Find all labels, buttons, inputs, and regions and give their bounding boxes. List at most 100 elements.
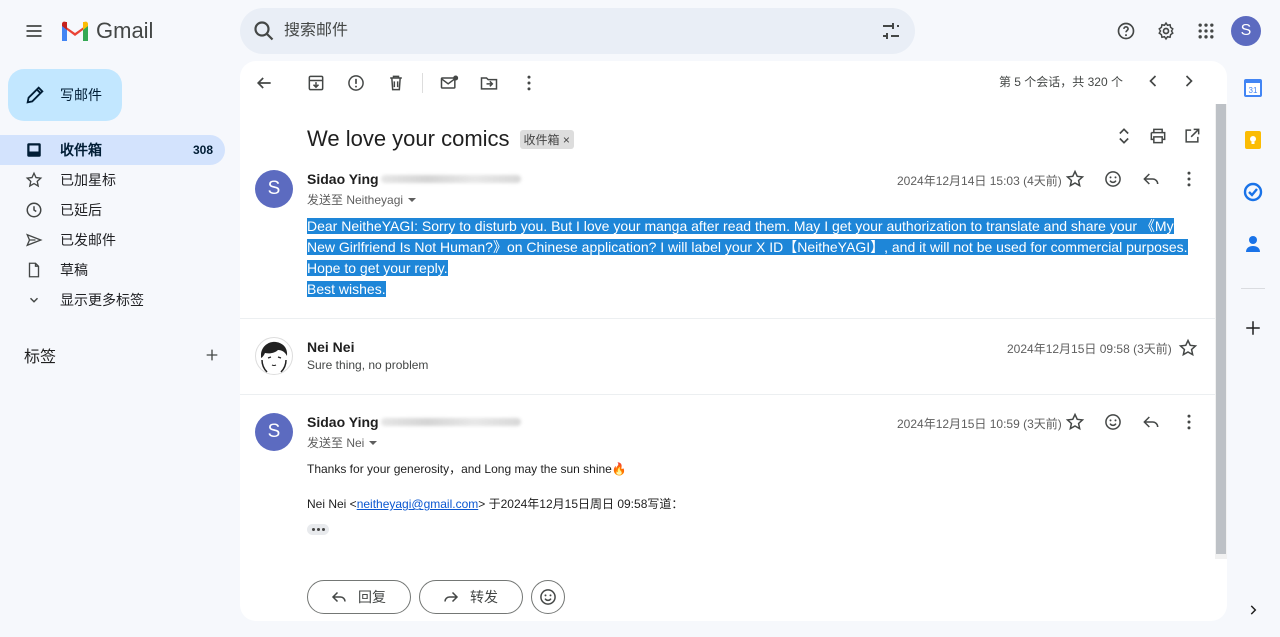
body-line: Best wishes. <box>307 281 386 297</box>
quote-email-link[interactable]: neitheyagi@gmail.com <box>357 497 479 511</box>
gear-icon <box>1158 21 1174 41</box>
recipient-line[interactable]: 发送至 Nei <box>307 434 378 451</box>
tasks-app-icon[interactable] <box>1242 181 1264 203</box>
reply-icon <box>331 591 346 603</box>
prev-conversation-button[interactable] <box>1135 63 1171 99</box>
gmail-logo[interactable]: Gmail <box>60 18 153 44</box>
sidebar-item-inbox[interactable]: 收件箱 308 <box>0 135 225 165</box>
emoji-reply-button[interactable] <box>531 580 565 614</box>
toolbar-divider <box>422 73 423 93</box>
search-input[interactable] <box>284 22 879 40</box>
message-view: 第 5 个会话，共 320 个 We love your comics 收件箱 … <box>240 61 1227 621</box>
add-addon-icon[interactable] <box>1242 317 1264 339</box>
smiley-icon <box>540 589 556 605</box>
open-in-new-icon <box>1185 128 1200 143</box>
manga-face-icon <box>257 339 291 373</box>
emoji-react-button[interactable] <box>1094 160 1132 198</box>
smiley-icon <box>1105 414 1121 430</box>
calendar-app-icon[interactable]: 31 <box>1242 77 1264 99</box>
sidebar-item-drafts[interactable]: 草稿 <box>0 255 225 285</box>
account-button[interactable]: S <box>1226 11 1266 51</box>
help-icon <box>1117 22 1135 40</box>
move-to-button[interactable] <box>469 63 509 103</box>
message-more-button[interactable] <box>1170 403 1208 441</box>
main-menu-button[interactable] <box>14 11 54 51</box>
print-button[interactable] <box>1141 119 1175 153</box>
expand-panel-icon[interactable] <box>1242 599 1264 621</box>
pencil-icon <box>26 86 44 104</box>
back-button[interactable] <box>244 63 284 103</box>
sidebar-item-starred[interactable]: 已加星标 <box>0 165 225 195</box>
sidebar-item-more[interactable]: 显示更多标签 <box>0 285 225 315</box>
star-icon <box>1065 412 1085 431</box>
sender-avatar[interactable]: S <box>255 413 293 451</box>
sender-name[interactable]: Sidao Ying <box>307 171 521 187</box>
gmail-m-icon <box>62 21 88 41</box>
sidebar-item-snoozed[interactable]: 已延后 <box>0 195 225 225</box>
reply-label: 回复 <box>358 589 386 605</box>
show-trimmed-content-button[interactable] <box>307 524 329 535</box>
caret-down-icon <box>408 197 417 202</box>
star-button[interactable] <box>1056 403 1094 441</box>
keep-app-icon[interactable] <box>1242 129 1264 151</box>
app-name: Gmail <box>96 18 154 43</box>
unfold-icon <box>1119 128 1129 144</box>
nei-avatar[interactable] <box>255 337 293 375</box>
open-new-window-button[interactable] <box>1175 119 1209 153</box>
body-line: Dear NeitheYAGI: Sorry to disturb you. B… <box>307 218 1174 234</box>
message-date: 2024年12月14日 15:03 (4天前) <box>897 174 1062 188</box>
reply-pill-button[interactable]: 回复 <box>307 580 411 614</box>
archive-button[interactable] <box>296 63 336 103</box>
sidebar-item-label: 显示更多标签 <box>60 292 144 308</box>
body-line: New Girlfriend Is Not Human?》on Chinese … <box>307 239 1188 255</box>
star-icon <box>1178 338 1198 357</box>
folder-move-icon <box>480 77 498 90</box>
svg-text:31: 31 <box>1249 86 1258 95</box>
search-icon[interactable] <box>252 19 276 43</box>
sidebar-item-sent[interactable]: 已发邮件 <box>0 225 225 255</box>
mail-icon <box>440 75 459 89</box>
add-label-icon[interactable] <box>204 347 220 363</box>
emoji-react-button[interactable] <box>1094 403 1132 441</box>
reply-button[interactable] <box>1132 160 1170 198</box>
settings-button[interactable] <box>1146 11 1186 51</box>
delete-button[interactable] <box>376 63 416 103</box>
redacted-email <box>380 418 521 426</box>
sidebar-item-label: 已延后 <box>60 202 102 218</box>
star-button[interactable] <box>1169 329 1207 367</box>
help-button[interactable] <box>1106 11 1146 51</box>
more-vert-icon <box>1187 171 1191 187</box>
more-button[interactable] <box>509 63 549 103</box>
more-vert-icon <box>1187 414 1191 430</box>
mark-unread-button[interactable] <box>429 63 469 103</box>
send-icon <box>24 231 44 249</box>
apps-grid-icon <box>1198 23 1214 39</box>
quote-suffix: > 于2024年12月15日周日 09:58写道： <box>478 497 684 511</box>
sender-name[interactable]: Sidao Ying <box>307 414 521 430</box>
chevron-down-icon <box>24 293 44 307</box>
sender-name[interactable]: Nei Nei <box>307 339 354 355</box>
contacts-app-icon[interactable] <box>1242 233 1264 255</box>
message-divider <box>240 318 1215 319</box>
compose-button[interactable]: 写邮件 <box>8 69 122 121</box>
apps-button[interactable] <box>1186 11 1226 51</box>
inbox-label-chip[interactable]: 收件箱 × <box>519 129 574 149</box>
forward-pill-button[interactable]: 转发 <box>419 580 523 614</box>
search-bar[interactable] <box>240 8 915 54</box>
message-more-button[interactable] <box>1170 160 1208 198</box>
next-conversation-button[interactable] <box>1171 63 1207 99</box>
inbox-count: 308 <box>192 143 213 157</box>
quote-header: Nei Nei <neitheyagi@gmail.com> 于2024年12月… <box>307 495 683 512</box>
hamburger-icon <box>26 25 42 37</box>
message-date: 2024年12月15日 09:58 (3天前) <box>1007 342 1172 356</box>
expand-all-button[interactable] <box>1107 119 1141 153</box>
recipient-line[interactable]: 发送至 Neitheyagi <box>307 191 417 208</box>
search-options-icon[interactable] <box>879 19 903 43</box>
star-button[interactable] <box>1056 160 1094 198</box>
report-spam-button[interactable] <box>336 63 376 103</box>
sender-avatar[interactable]: S <box>255 170 293 208</box>
sender-name-text: Sidao Ying <box>307 171 379 187</box>
reply-button[interactable] <box>1132 403 1170 441</box>
pager-text: 第 5 个会话，共 320 个 <box>998 74 1123 89</box>
scrollbar-thumb[interactable] <box>1216 104 1226 554</box>
